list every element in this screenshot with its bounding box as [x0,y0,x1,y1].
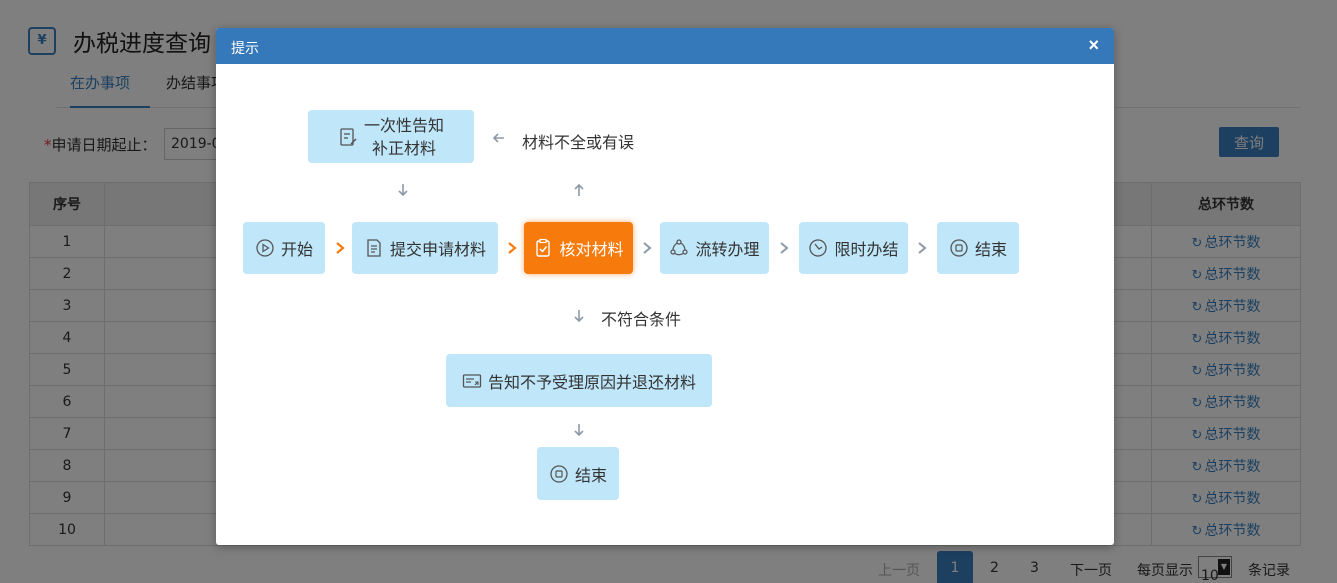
close-button[interactable]: × [1088,35,1099,55]
flow-node-start: 开始 [243,222,325,274]
cycle-icon [669,238,689,258]
chevron-right-icon [777,241,791,255]
clipboard-check-icon [533,238,553,258]
flow-node-submit: 提交申请材料 [352,222,498,274]
flow-node-deadline: 限时办结 [799,222,908,274]
chevron-right-icon [333,241,347,255]
flow-node-deadline-label: 限时办结 [834,240,899,259]
flow-node-reject: 告知不予受理原因并退还材料 [446,354,712,407]
return-card-icon [462,371,482,391]
flow-node-submit-label: 提交申请材料 [389,240,486,259]
dialog-title: 提示 [231,41,259,57]
stop-circle-icon [549,464,569,484]
dialog-header: 提示 × [216,28,1114,64]
flow-node-transfer-label: 流转办理 [695,240,760,259]
document-icon [364,238,384,258]
flow-node-verify-label: 核对材料 [559,240,624,259]
chevron-right-icon [505,241,519,255]
flow-node-end2-label: 结束 [574,465,607,485]
edit-document-icon [338,127,358,147]
flow-node-verify-active: 核对材料 [524,222,633,274]
process-flow-diagram: 一次性告知 补正材料 材料不全或有误 开始 提交申请材料 核对材料 流转办理 限… [216,64,1114,545]
flow-node-start-label: 开始 [280,240,313,259]
ineligible-label: 不符合条件 [601,310,682,329]
flow-node-end-label: 结束 [974,240,1007,259]
arrow-up-icon [572,183,586,197]
flow-node-end-reject: 结束 [537,447,619,500]
flow-node-notice-line1: 一次性告知 [363,115,444,135]
chevron-right-icon [640,241,654,255]
play-circle-icon [255,238,275,258]
arrow-down-icon [572,309,586,323]
arrow-left-icon [492,131,506,145]
chevron-right-icon [915,241,929,255]
flow-node-reject-label: 告知不予受理原因并退还材料 [487,372,696,392]
flow-node-end: 结束 [937,222,1019,274]
flow-node-notice-line2: 补正材料 [371,138,436,158]
flow-node-notice-supplement: 一次性告知 补正材料 [308,110,474,163]
stop-circle-icon [949,238,969,258]
arrow-down-icon [396,183,410,197]
tip-dialog: 提示 × 一次性告知 补正材料 材料不全或有误 开始 提交申请材料 核对材料 流… [216,28,1114,545]
incomplete-materials-label: 材料不全或有误 [522,133,635,152]
arrow-down-icon [572,423,586,437]
timer-icon [808,238,828,258]
flow-node-transfer: 流转办理 [660,222,769,274]
